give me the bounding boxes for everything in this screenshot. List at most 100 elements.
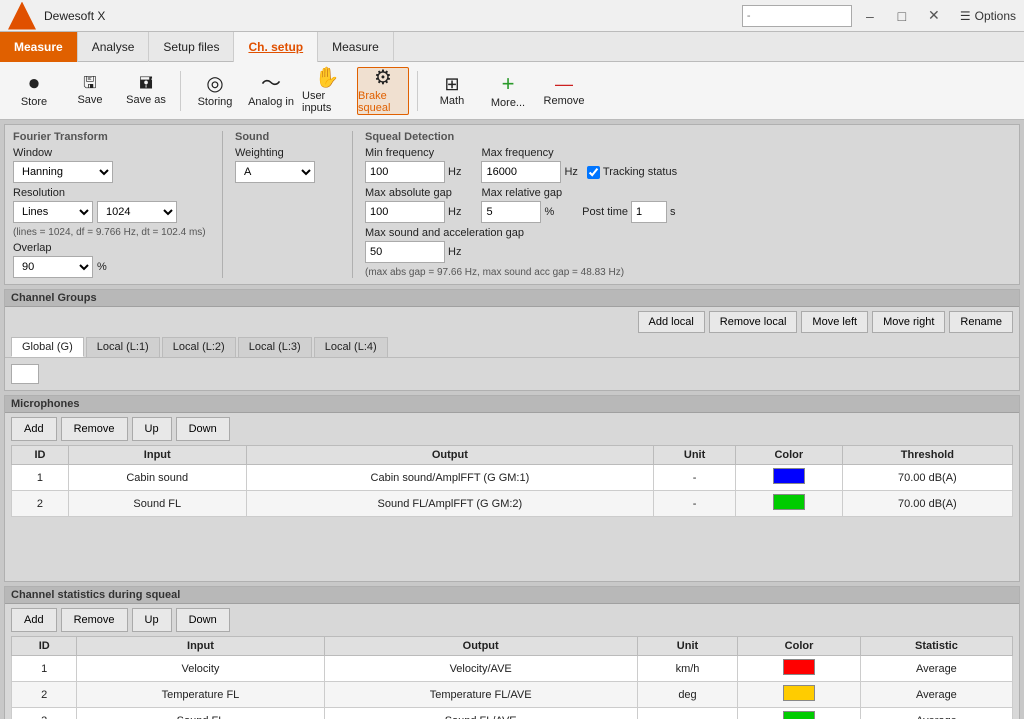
move-right-button[interactable]: Move right bbox=[872, 311, 945, 333]
tab-global-content bbox=[5, 358, 1019, 390]
remove-local-button[interactable]: Remove local bbox=[709, 311, 798, 333]
min-freq-unit: Hz bbox=[448, 166, 461, 178]
app-title: Dewesoft X bbox=[44, 9, 105, 23]
app-logo-icon bbox=[8, 2, 36, 30]
hamburger-icon: ☰ bbox=[960, 9, 971, 23]
more-button[interactable]: + More... bbox=[482, 67, 534, 115]
microphones-up-button[interactable]: Up bbox=[132, 417, 172, 441]
microphones-header: Microphones bbox=[5, 396, 1019, 413]
microphones-actions: Add Remove Up Down bbox=[11, 417, 1013, 441]
cell-output: Sound FL/AVE bbox=[324, 708, 637, 719]
microphones-down-button[interactable]: Down bbox=[176, 417, 230, 441]
title-bar: Dewesoft X – □ ✕ ☰ Options bbox=[0, 0, 1024, 32]
max-abs-gap-group: Max absolute gap Hz bbox=[365, 187, 461, 223]
main-content: Fourier Transform Window Hanning Flat to… bbox=[0, 120, 1024, 719]
color-swatch bbox=[773, 494, 805, 510]
tab-global[interactable]: Global (G) bbox=[11, 337, 84, 357]
analog-in-button[interactable]: 〜 Analog in bbox=[245, 67, 297, 115]
save-as-button[interactable]: 🖬 Save as bbox=[120, 67, 172, 115]
remove-icon: — bbox=[555, 75, 573, 93]
stats-down-button[interactable]: Down bbox=[176, 608, 230, 632]
options-button[interactable]: ☰ Options bbox=[960, 9, 1016, 23]
col-color: Color bbox=[735, 446, 842, 465]
cell-input: Velocity bbox=[77, 656, 324, 682]
tab-ch-setup[interactable]: Ch. setup bbox=[234, 32, 318, 62]
tab-local3[interactable]: Local (L:3) bbox=[238, 337, 312, 357]
max-sound-unit: Hz bbox=[448, 246, 461, 258]
weighting-group: Weighting A B C Z bbox=[235, 147, 340, 183]
weighting-select[interactable]: A B C Z bbox=[235, 161, 315, 183]
add-local-button[interactable]: Add local bbox=[638, 311, 705, 333]
brake-squeal-button[interactable]: ⚙ Brake squeal bbox=[357, 67, 409, 115]
stats-up-button[interactable]: Up bbox=[132, 608, 172, 632]
channel-groups-toolbar: Add local Remove local Move left Move ri… bbox=[5, 307, 1019, 337]
fourier-transform-panel: Fourier Transform Window Hanning Flat to… bbox=[13, 131, 223, 278]
stats-col-unit: Unit bbox=[637, 637, 737, 656]
fourier-title: Fourier Transform bbox=[13, 131, 210, 143]
rename-button[interactable]: Rename bbox=[949, 311, 1013, 333]
microphones-table-wrapper: Add Remove Up Down ID Input Output Unit … bbox=[5, 413, 1019, 521]
store-label: Store bbox=[21, 96, 47, 108]
resolution-label: Resolution bbox=[13, 187, 210, 199]
move-left-button[interactable]: Move left bbox=[801, 311, 868, 333]
microphones-add-button[interactable]: Add bbox=[11, 417, 57, 441]
tracking-checkbox[interactable] bbox=[587, 166, 600, 179]
tab-setup-files[interactable]: Setup files bbox=[149, 32, 234, 62]
max-sound-input[interactable] bbox=[365, 241, 445, 263]
sound-title: Sound bbox=[235, 131, 340, 143]
resolution-value-select[interactable]: 256 512 1024 2048 4096 bbox=[97, 201, 177, 223]
tab-local4[interactable]: Local (L:4) bbox=[314, 337, 388, 357]
minimize-button[interactable]: – bbox=[856, 5, 884, 27]
min-freq-input[interactable] bbox=[365, 161, 445, 183]
overlap-group: Overlap 90 75 50 0 % bbox=[13, 242, 210, 278]
store-icon: ⏺ bbox=[29, 74, 39, 94]
tab-measure[interactable]: Measure bbox=[0, 32, 78, 62]
cell-unit: - bbox=[654, 491, 736, 517]
post-time-input[interactable] bbox=[631, 201, 667, 223]
user-inputs-button[interactable]: ✋ User inputs bbox=[301, 67, 353, 115]
maximize-button[interactable]: □ bbox=[888, 5, 916, 27]
color-swatch bbox=[783, 711, 815, 719]
cell-threshold: 70.00 dB(A) bbox=[842, 491, 1012, 517]
overlap-label: Overlap bbox=[13, 242, 210, 254]
max-rel-gap-unit: % bbox=[544, 206, 554, 218]
remove-button[interactable]: — Remove bbox=[538, 67, 590, 115]
max-abs-gap-input[interactable] bbox=[365, 201, 445, 223]
brake-squeal-label: Brake squeal bbox=[358, 90, 408, 114]
sound-panel: Sound Weighting A B C Z bbox=[223, 131, 353, 278]
tab-local2[interactable]: Local (L:2) bbox=[162, 337, 236, 357]
math-button[interactable]: ⊞ Math bbox=[426, 67, 478, 115]
store-button[interactable]: ⏺ Store bbox=[8, 67, 60, 115]
tab-measure2[interactable]: Measure bbox=[318, 32, 394, 62]
more-label: More... bbox=[491, 97, 525, 109]
cell-color bbox=[735, 465, 842, 491]
stats-remove-button[interactable]: Remove bbox=[61, 608, 128, 632]
title-search-input[interactable] bbox=[742, 5, 852, 27]
overlap-select[interactable]: 90 75 50 0 bbox=[13, 256, 93, 278]
global-tab-input[interactable] bbox=[11, 364, 39, 384]
max-freq-group: Max frequency Hz Tracking status bbox=[481, 147, 677, 183]
cell-color bbox=[738, 682, 861, 708]
max-abs-gap-label: Max absolute gap bbox=[365, 187, 461, 199]
color-swatch bbox=[783, 685, 815, 701]
table-row: 3 Sound FL Sound FL/AVE - Average bbox=[12, 708, 1013, 719]
close-button[interactable]: ✕ bbox=[920, 5, 948, 27]
resolution-type-select[interactable]: Lines Hz bbox=[13, 201, 93, 223]
resolution-group: Resolution Lines Hz 256 512 1024 2048 bbox=[13, 187, 210, 223]
max-freq-input[interactable] bbox=[481, 161, 561, 183]
window-select[interactable]: Hanning Flat top Blackman Rectangular bbox=[13, 161, 113, 183]
save-button[interactable]: 🖫 Save bbox=[64, 67, 116, 115]
microphones-remove-button[interactable]: Remove bbox=[61, 417, 128, 441]
col-input: Input bbox=[68, 446, 246, 465]
tab-local1[interactable]: Local (L:1) bbox=[86, 337, 160, 357]
max-rel-gap-input[interactable] bbox=[481, 201, 541, 223]
stats-add-button[interactable]: Add bbox=[11, 608, 57, 632]
max-freq-label: Max frequency bbox=[481, 147, 677, 159]
tab-analyse[interactable]: Analyse bbox=[78, 32, 150, 62]
min-freq-group: Min frequency Hz bbox=[365, 147, 461, 183]
cell-threshold: 70.00 dB(A) bbox=[842, 465, 1012, 491]
brake-squeal-icon: ⚙ bbox=[374, 68, 392, 88]
storing-button[interactable]: ◎ Storing bbox=[189, 67, 241, 115]
channel-stats-table: ID Input Output Unit Color Statistic 1 V… bbox=[11, 636, 1013, 719]
channel-stats-section: Channel statistics during squeal Add Rem… bbox=[4, 586, 1020, 719]
